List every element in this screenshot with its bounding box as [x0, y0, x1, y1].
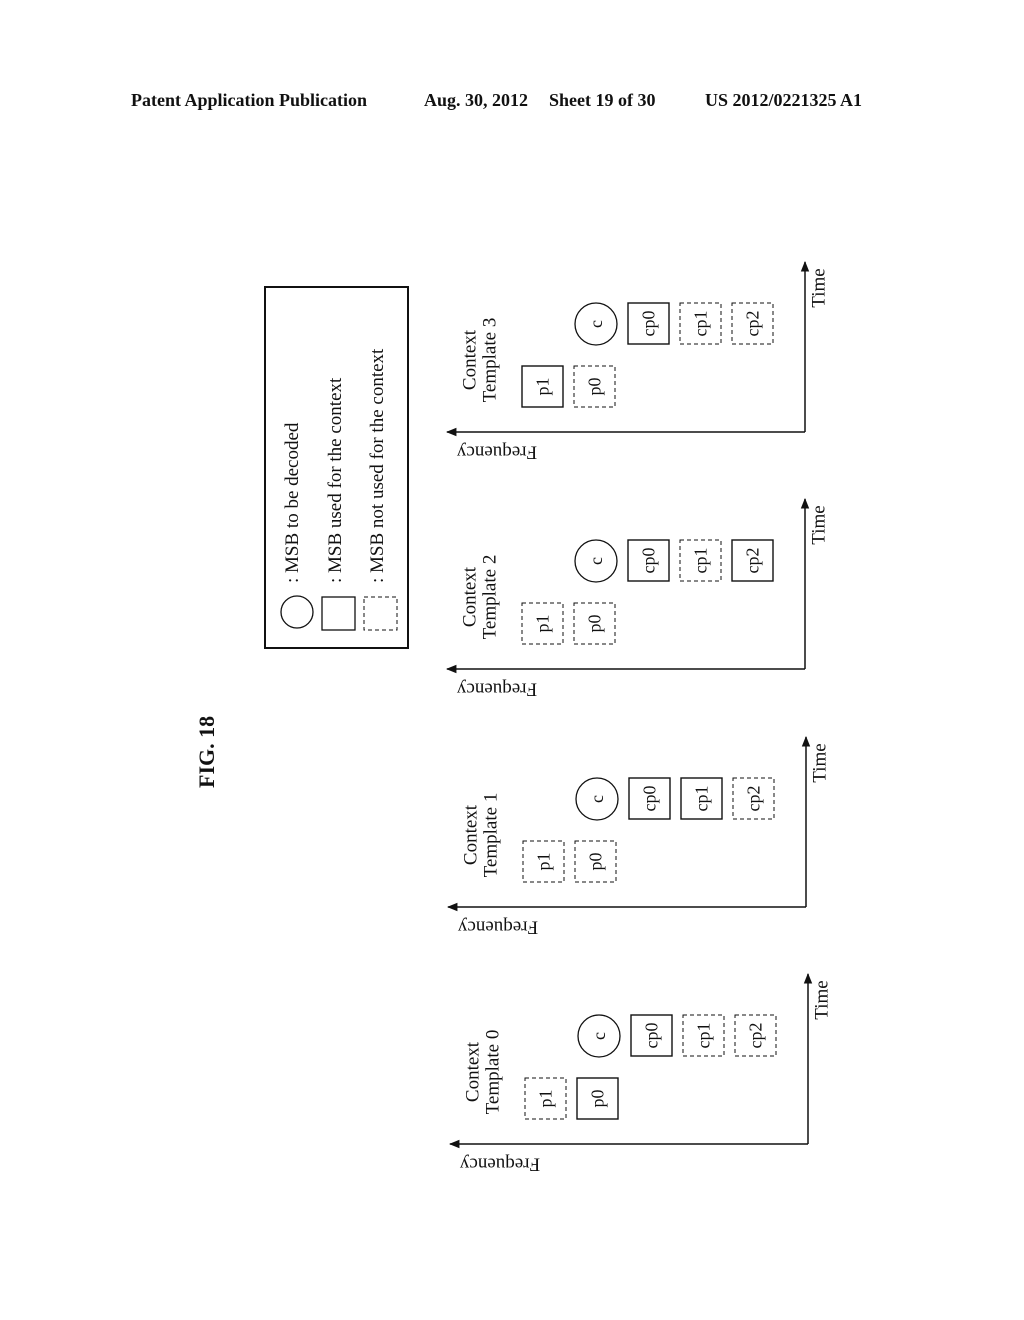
cell-label-cp1: cp1 [691, 311, 711, 337]
panel-title-line2: Template 3 [480, 318, 501, 403]
cell-label-c: c [587, 795, 607, 803]
time-axis-label: Time [812, 980, 833, 1019]
cell-p1-dashed [521, 602, 564, 645]
cell-label-cp1: cp1 [692, 786, 712, 812]
cell-label-p0: p0 [585, 615, 605, 633]
cell-cp0-solid [627, 302, 670, 345]
frequency-axis-label: Frequency [456, 679, 537, 700]
cell-p1-solid [521, 365, 564, 408]
cell-label-p0: p0 [585, 378, 605, 396]
cell-label-cp2: cp2 [743, 548, 763, 574]
cell-label-cp1: cp1 [691, 548, 711, 574]
frequency-axis-label: Frequency [459, 1154, 540, 1175]
frequency-axis-label: Frequency [457, 917, 538, 938]
frequency-axis-label: Frequency [456, 442, 537, 463]
cell-cp0-solid [628, 777, 671, 820]
time-axis-label: Time [810, 743, 831, 782]
cell-cp2-dashed [732, 777, 775, 820]
cell-label-p0: p0 [586, 853, 606, 871]
panel-title-line1: Context [460, 566, 481, 627]
panel-title-line2: Template 1 [481, 793, 502, 878]
cell-label-cp1: cp1 [694, 1023, 714, 1049]
cell-label-cp0: cp0 [640, 786, 660, 812]
panel-title-line2: Template 2 [480, 555, 501, 640]
cell-cp2-dashed [731, 302, 774, 345]
cell-p1-dashed [522, 840, 565, 883]
cell-p0-dashed [573, 602, 616, 645]
cell-cp2-solid [731, 539, 774, 582]
cell-label-p1: p1 [533, 378, 553, 396]
panel-title-line1: Context [461, 804, 482, 865]
cell-label-c: c [586, 557, 606, 565]
cell-label-cp0: cp0 [639, 548, 659, 574]
cell-label-p0: p0 [588, 1090, 608, 1108]
figure-label: FIG. 18 [194, 715, 219, 788]
cell-label-cp0: cp0 [639, 311, 659, 337]
cell-p0-dashed [574, 840, 617, 883]
header-patent-number: US 2012/0221325 A1 [705, 90, 863, 110]
cell-label-cp2: cp2 [746, 1023, 766, 1049]
legend-solid-square-icon [321, 596, 356, 631]
time-axis-label: Time [809, 268, 830, 307]
time-axis-label: Time [809, 505, 830, 544]
cell-label-cp2: cp2 [743, 311, 763, 337]
cell-label-c: c [586, 320, 606, 328]
current-msb-circle [574, 302, 618, 346]
cell-cp1-dashed [679, 302, 722, 345]
legend-label-not-used: : MSB not used for the context [367, 348, 388, 583]
cell-label-p1: p1 [533, 615, 553, 633]
cell-cp1-dashed [682, 1014, 725, 1057]
current-msb-circle [574, 539, 618, 583]
legend-dashed-square-icon [363, 596, 398, 631]
header-sheet: Sheet 19 of 30 [549, 90, 656, 110]
context-template-diagram: TimeFrequencyContext Template 3 cp1 p0cp0 cp… [445, 260, 833, 1175]
cell-label-cp2: cp2 [744, 786, 764, 812]
cell-cp0-solid [627, 539, 670, 582]
legend-circle-icon [280, 595, 314, 629]
current-msb-circle [575, 777, 619, 821]
cell-cp1-dashed [679, 539, 722, 582]
legend-label-used: : MSB used for the context [325, 377, 346, 583]
cell-label-cp0: cp0 [642, 1023, 662, 1049]
cell-label-p1: p1 [534, 853, 554, 871]
cell-p0-solid [576, 1077, 619, 1120]
legend-label-decoded: : MSB to be decoded [282, 422, 303, 583]
cell-p1-dashed [524, 1077, 567, 1120]
header-publication-type: Patent Application Publication [131, 90, 368, 110]
cell-cp1-solid [680, 777, 723, 820]
cell-cp0-solid [630, 1014, 673, 1057]
current-msb-circle [577, 1014, 621, 1058]
cell-cp2-dashed [734, 1014, 777, 1057]
cell-p0-dashed [573, 365, 616, 408]
header-date: Aug. 30, 2012 [424, 90, 529, 110]
cell-label-c: c [589, 1032, 609, 1040]
panel-title-line1: Context [463, 1041, 484, 1102]
panel-title-line1: Context [460, 329, 481, 390]
cell-label-p1: p1 [536, 1090, 556, 1108]
panel-title-line2: Template 0 [483, 1030, 504, 1115]
